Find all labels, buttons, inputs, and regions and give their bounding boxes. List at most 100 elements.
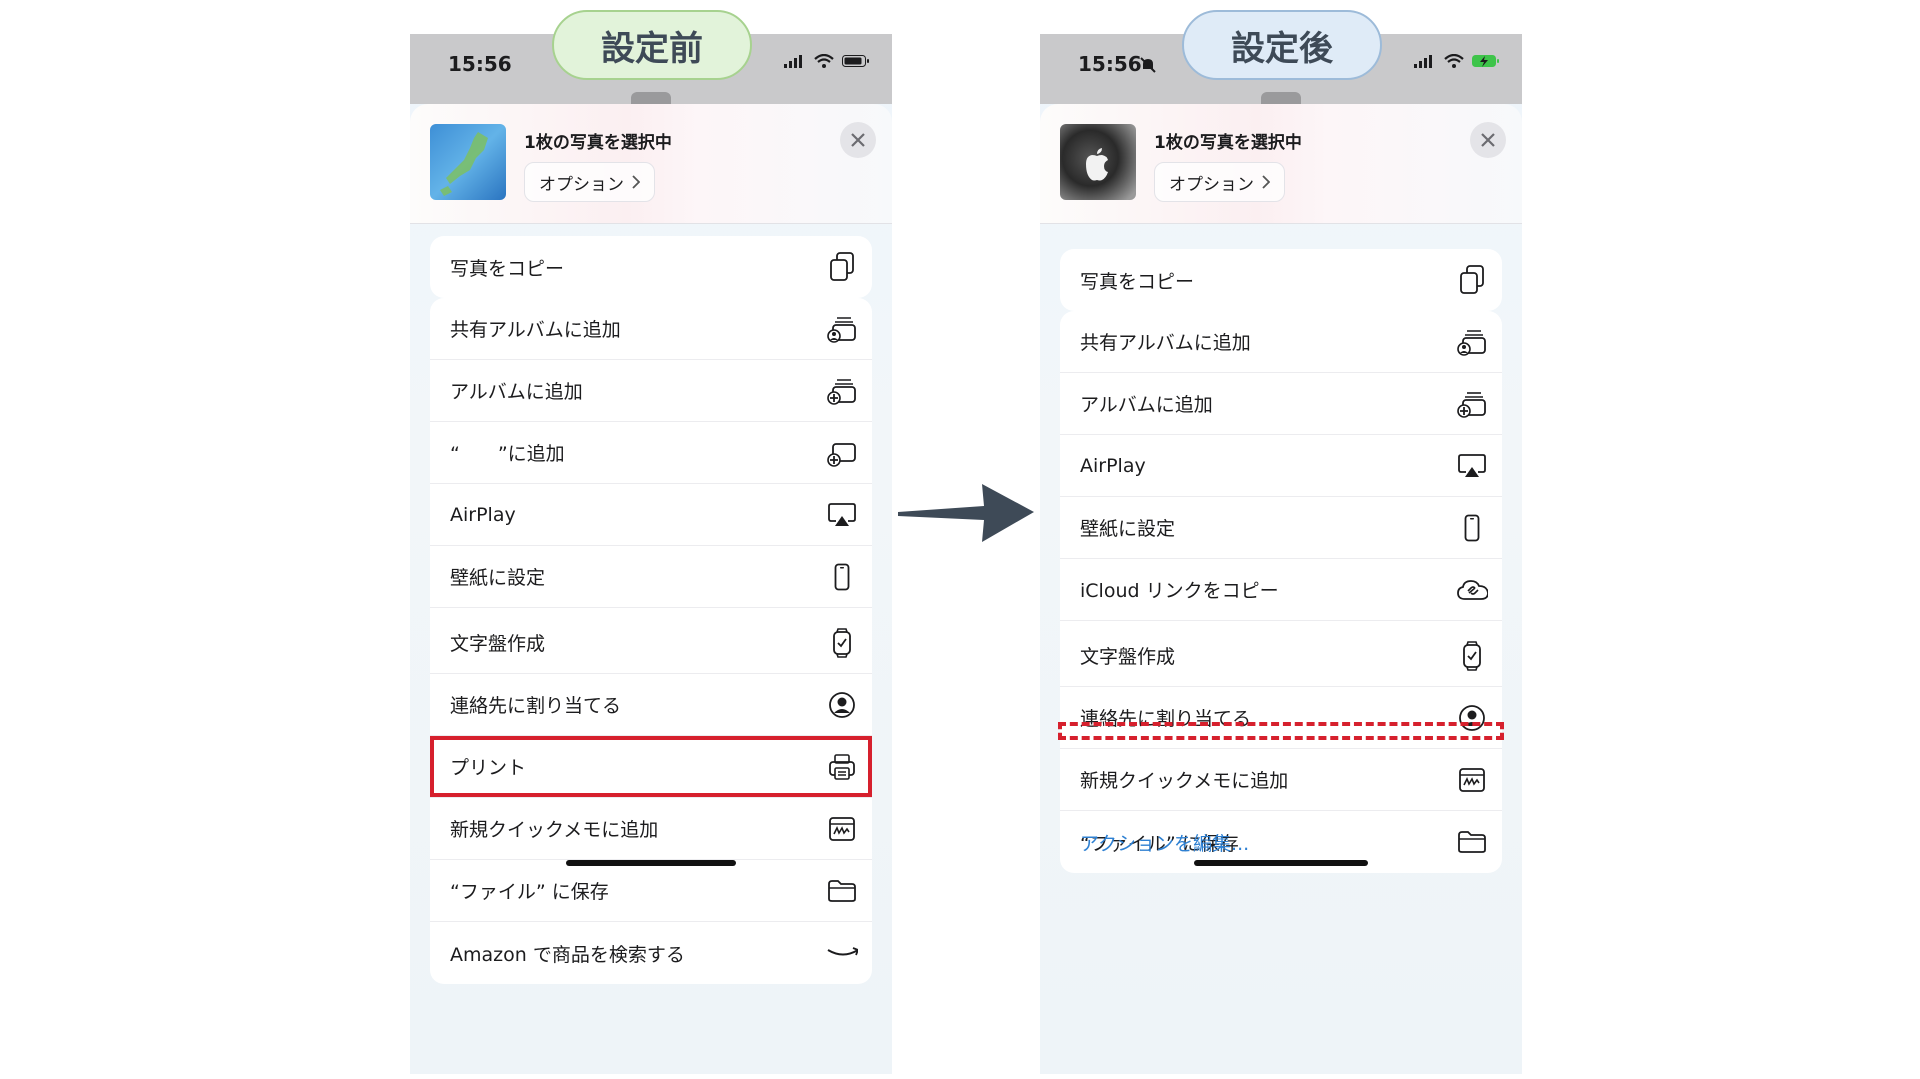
quick-note-icon [826,813,858,845]
options-button[interactable]: オプション [1154,162,1285,202]
edit-actions-link[interactable]: アクションを編集... [1080,829,1249,856]
battery-icon [842,55,869,67]
add-to-icon [826,437,858,469]
after-label: 設定後 [1182,10,1382,80]
action-label: “ ”に追加 [450,443,565,465]
action-group-1: 写真をコピー [1060,249,1502,311]
action-label: 共有アルバムに追加 [450,319,621,341]
action-row[interactable]: 連絡先に割り当てる [430,674,872,736]
action-label: 壁紙に設定 [450,567,546,589]
watch-icon [826,627,858,659]
header-title: 1枚の写真を選択中 [1154,133,1302,153]
action-row[interactable]: 写真をコピー [430,236,872,298]
options-label: オプション [539,174,624,195]
action-row[interactable]: 文字盤作成 [430,612,872,674]
action-label: 新規クイックメモに追加 [1080,770,1289,792]
phone-before: 15:56 1枚の写真を選択中 オプション 写真をコピー 共有アルバムに追加 アル… [410,34,892,1074]
share-header: 1枚の写真を選択中 オプション [410,104,892,224]
action-label: アルバムに追加 [1080,394,1213,416]
removed-item-marker [1058,722,1504,740]
action-row[interactable]: プリント [430,736,872,798]
action-row[interactable]: 新規クイックメモに追加 [1060,749,1502,811]
photo-thumbnail [1060,124,1136,200]
amazon-icon [826,937,858,969]
action-label: 壁紙に設定 [1080,518,1176,540]
close-button[interactable] [1470,122,1506,158]
action-row[interactable]: “ ”に追加 [430,422,872,484]
action-label: 共有アルバムに追加 [1080,332,1251,354]
action-label: AirPlay [1080,454,1146,477]
wifi-icon [1444,54,1464,68]
home-indicator [1194,860,1368,866]
action-label: “ファイル” に保存 [450,881,609,903]
action-label: アルバムに追加 [450,381,583,403]
add-album-icon [1456,388,1488,420]
close-icon [1481,133,1495,147]
status-time: 15:56 [448,52,512,76]
action-row[interactable]: 共有アルバムに追加 [430,298,872,360]
status-icons [1414,54,1500,68]
airplay-icon [1456,450,1488,482]
map-thumbnail-image [440,132,488,196]
action-row[interactable]: AirPlay [430,484,872,546]
action-row[interactable]: 新規クイックメモに追加 [430,798,872,860]
action-label: 写真をコピー [1080,270,1195,293]
action-group-1: 写真をコピー [430,236,872,298]
folder-icon [826,875,858,907]
watch-icon [1456,640,1488,672]
action-row[interactable]: アルバムに追加 [430,360,872,422]
copy-icon [826,251,858,283]
action-label: AirPlay [450,503,516,526]
action-label: プリント [450,757,527,779]
action-row[interactable]: アルバムに追加 [1060,373,1502,435]
shared-album-icon [826,313,858,345]
header-title: 1枚の写真を選択中 [524,133,672,153]
signal-icon [1414,55,1432,68]
phone-after: 15:56 1枚の写真を選択中 オプション 写真をコピー 共有アルバムに追加 アル… [1040,34,1522,1074]
action-label: 写真をコピー [450,257,565,280]
action-label: iCloud リンクをコピー [1080,580,1279,602]
action-row[interactable]: Amazon で商品を検索する [430,922,872,984]
close-button[interactable] [840,122,876,158]
action-label: 文字盤作成 [1080,646,1176,668]
phone-icon [1456,512,1488,544]
options-label: オプション [1169,174,1254,195]
action-row[interactable]: “ファイル” に保存 [430,860,872,922]
contact-icon [826,689,858,721]
action-row[interactable]: 文字盤作成 [1060,625,1502,687]
wifi-icon [814,54,834,68]
action-row[interactable]: 共有アルバムに追加 [1060,311,1502,373]
add-album-icon [826,375,858,407]
notch-hint [631,92,671,104]
home-indicator [566,860,736,866]
arrow-right-icon [898,484,1034,542]
icloud-link-icon [1456,574,1488,606]
close-icon [851,133,865,147]
action-row[interactable]: iCloud リンクをコピー [1060,559,1502,621]
options-button[interactable]: オプション [524,162,655,202]
action-label: Amazon で商品を検索する [450,943,685,966]
action-row[interactable]: 壁紙に設定 [430,546,872,608]
action-row[interactable]: 写真をコピー [1060,249,1502,311]
status-time: 15:56 [1078,52,1142,76]
printer-icon [826,751,858,783]
phone-icon [826,561,858,593]
shared-album-icon [1456,326,1488,358]
folder-icon [1456,826,1488,858]
signal-icon [784,55,802,68]
action-label: 連絡先に割り当てる [450,695,622,717]
copy-icon [1456,264,1488,296]
before-label: 設定前 [552,10,752,80]
share-header: 1枚の写真を選択中 オプション [1040,104,1522,224]
airplay-icon [826,499,858,531]
notch-hint [1261,92,1301,104]
status-icons [784,54,870,68]
action-row[interactable]: 壁紙に設定 [1060,497,1502,559]
quick-note-icon [1456,764,1488,796]
chevron-right-icon [632,175,640,189]
bell-slash-icon [1140,57,1156,73]
action-row[interactable]: AirPlay [1060,435,1502,497]
action-label: 文字盤作成 [450,633,546,655]
apple-logo-icon [1086,148,1108,181]
action-group-3: 文字盤作成連絡先に割り当てる プリント新規クイックメモに追加 “ファイル” に保存 A… [430,612,872,984]
